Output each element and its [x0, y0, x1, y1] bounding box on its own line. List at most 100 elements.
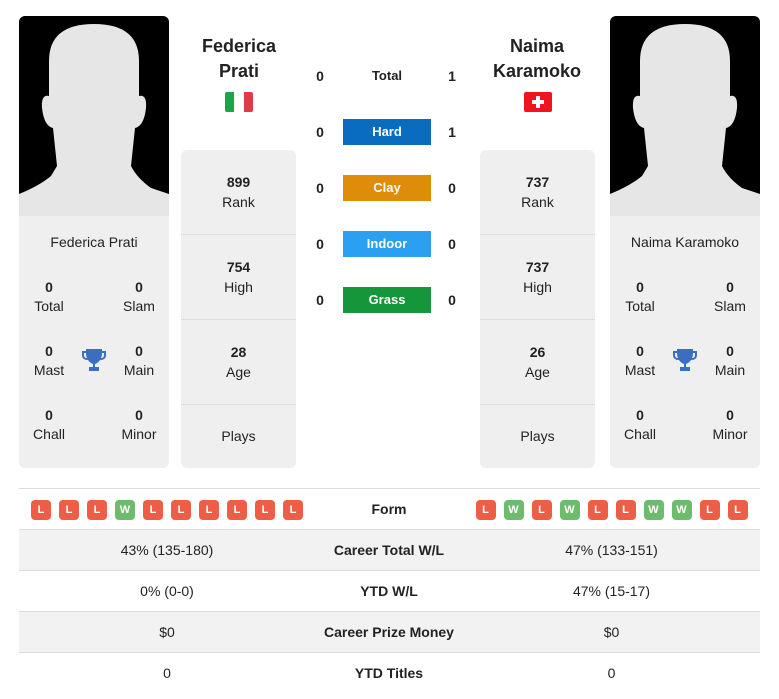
player1-photo — [19, 16, 169, 216]
rank-label: Rank — [222, 194, 255, 210]
title-value: 0 — [45, 279, 53, 295]
p1-indoor-wins: 0 — [316, 236, 324, 252]
grass-surface-badge[interactable]: Grass — [343, 287, 431, 313]
player2-photo — [610, 16, 760, 216]
title-label: Mast — [33, 362, 65, 378]
high-value: 754 — [226, 259, 251, 275]
silhouette-icon — [19, 24, 169, 216]
total-label: Total — [371, 68, 403, 83]
switzerland-flag-icon — [524, 92, 552, 112]
player1-plays: Plays — [181, 405, 296, 468]
row-label: YTD W/L — [360, 583, 418, 599]
form-loss-badge[interactable]: L — [31, 499, 51, 520]
form-label: Form — [371, 501, 407, 517]
h2h-hard-row: 0 Hard 1 — [310, 119, 470, 145]
plays-label: Plays — [221, 428, 256, 444]
form-win-badge[interactable]: W — [559, 499, 580, 520]
age-value: 26 — [529, 344, 546, 360]
silhouette-icon — [610, 24, 760, 216]
player2-first-name: Naima — [509, 36, 565, 56]
form-loss-badge[interactable]: L — [531, 499, 552, 520]
p1-total-wins: 0 — [316, 68, 324, 84]
player2-minor-titles: 0 Minor — [700, 406, 760, 444]
player1-stats: 899 Rank 754 High 28 Age Plays — [181, 150, 296, 468]
form-win-badge[interactable]: W — [643, 499, 664, 520]
player1-value: $0 — [159, 624, 175, 640]
form-loss-badge[interactable]: L — [727, 499, 748, 520]
indoor-surface-badge[interactable]: Indoor — [343, 231, 431, 257]
player2-main-titles: 0 Main — [700, 342, 760, 380]
clay-surface-badge[interactable]: Clay — [343, 175, 431, 201]
player1-slam-titles: 0 Slam — [109, 278, 169, 316]
age-label: Age — [525, 364, 550, 380]
age-value: 28 — [230, 344, 247, 360]
player1-name-heading[interactable]: Federica Prati — [179, 34, 299, 84]
hard-surface-badge[interactable]: Hard — [343, 119, 431, 145]
player2-high: 737 High — [480, 235, 595, 320]
h2h-clay-row: 0 Clay 0 — [310, 175, 470, 201]
title-value: 0 — [726, 279, 734, 295]
p2-indoor-wins: 0 — [448, 236, 456, 252]
p1-clay-wins: 0 — [316, 180, 324, 196]
player2-slam-titles: 0 Slam — [700, 278, 760, 316]
form-loss-badge[interactable]: L — [475, 499, 496, 520]
p1-hard-wins: 0 — [316, 124, 324, 140]
row-label: YTD Titles — [354, 665, 424, 681]
player2-total-titles: 0 Total — [610, 278, 670, 316]
p1-grass-wins: 0 — [316, 292, 324, 308]
table-row: $0 Career Prize Money $0 — [19, 611, 760, 652]
high-label: High — [523, 279, 552, 295]
player1-main-titles: 0 Main — [109, 342, 169, 380]
form-win-badge[interactable]: W — [115, 499, 135, 520]
player2-value: 47% (133-151) — [565, 542, 658, 558]
title-value: 0 — [636, 343, 644, 359]
title-label: Minor — [121, 426, 157, 442]
player2-card: Naima Karamoko 0 Total 0 Slam 0 Mast 0 M… — [610, 16, 760, 468]
plays-label: Plays — [520, 428, 555, 444]
title-label: Slam — [123, 298, 155, 314]
form-loss-badge[interactable]: L — [699, 499, 720, 520]
rank-value: 899 — [226, 174, 251, 190]
form-loss-badge[interactable]: L — [87, 499, 107, 520]
form-row: LLLWLLLLLL Form LWLWLLWWLL — [19, 488, 760, 529]
form-win-badge[interactable]: W — [503, 499, 524, 520]
form-loss-badge[interactable]: L — [59, 499, 79, 520]
player1-high: 754 High — [181, 235, 296, 320]
player1-card-name: Federica Prati — [50, 234, 138, 250]
player2-chall-titles: 0 Chall — [610, 406, 670, 444]
title-value: 0 — [45, 407, 53, 423]
p2-total-wins: 1 — [448, 68, 456, 84]
player1-first-name: Federica — [201, 36, 277, 56]
form-loss-badge[interactable]: L — [255, 499, 275, 520]
form-loss-badge[interactable]: L — [283, 499, 303, 520]
form-loss-badge[interactable]: L — [143, 499, 163, 520]
form-loss-badge[interactable]: L — [615, 499, 636, 520]
title-label: Chall — [33, 426, 65, 442]
form-loss-badge[interactable]: L — [227, 499, 247, 520]
title-label: Mast — [624, 362, 656, 378]
player1-value: 0 — [163, 665, 171, 681]
player2-value: $0 — [603, 624, 620, 640]
player1-value: 0% (0-0) — [140, 583, 194, 599]
p2-clay-wins: 0 — [448, 180, 456, 196]
form-loss-badge[interactable]: L — [587, 499, 608, 520]
row-label: Career Total W/L — [333, 542, 445, 558]
player1-form: LLLWLLLLLL — [19, 489, 315, 530]
player2-value: 47% (15-17) — [572, 583, 651, 599]
italy-flag-icon — [225, 92, 253, 112]
form-loss-badge[interactable]: L — [171, 499, 191, 520]
form-win-badge[interactable]: W — [671, 499, 692, 520]
player1-mast-titles: 0 Mast — [19, 342, 79, 380]
player2-plays: Plays — [480, 405, 595, 468]
title-label: Slam — [714, 298, 746, 314]
title-label: Main — [123, 362, 155, 378]
player2-name-heading[interactable]: Naima Karamoko — [477, 34, 597, 84]
title-label: Minor — [712, 426, 748, 442]
title-value: 0 — [636, 279, 644, 295]
player2-rank: 737 Rank — [480, 150, 595, 235]
p2-grass-wins: 0 — [448, 292, 456, 308]
title-value: 0 — [135, 279, 143, 295]
comparison-table: LLLWLLLLLL Form LWLWLLWWLL 43% (135-180)… — [19, 488, 760, 693]
row-label: Career Prize Money — [324, 624, 454, 640]
form-loss-badge[interactable]: L — [199, 499, 219, 520]
